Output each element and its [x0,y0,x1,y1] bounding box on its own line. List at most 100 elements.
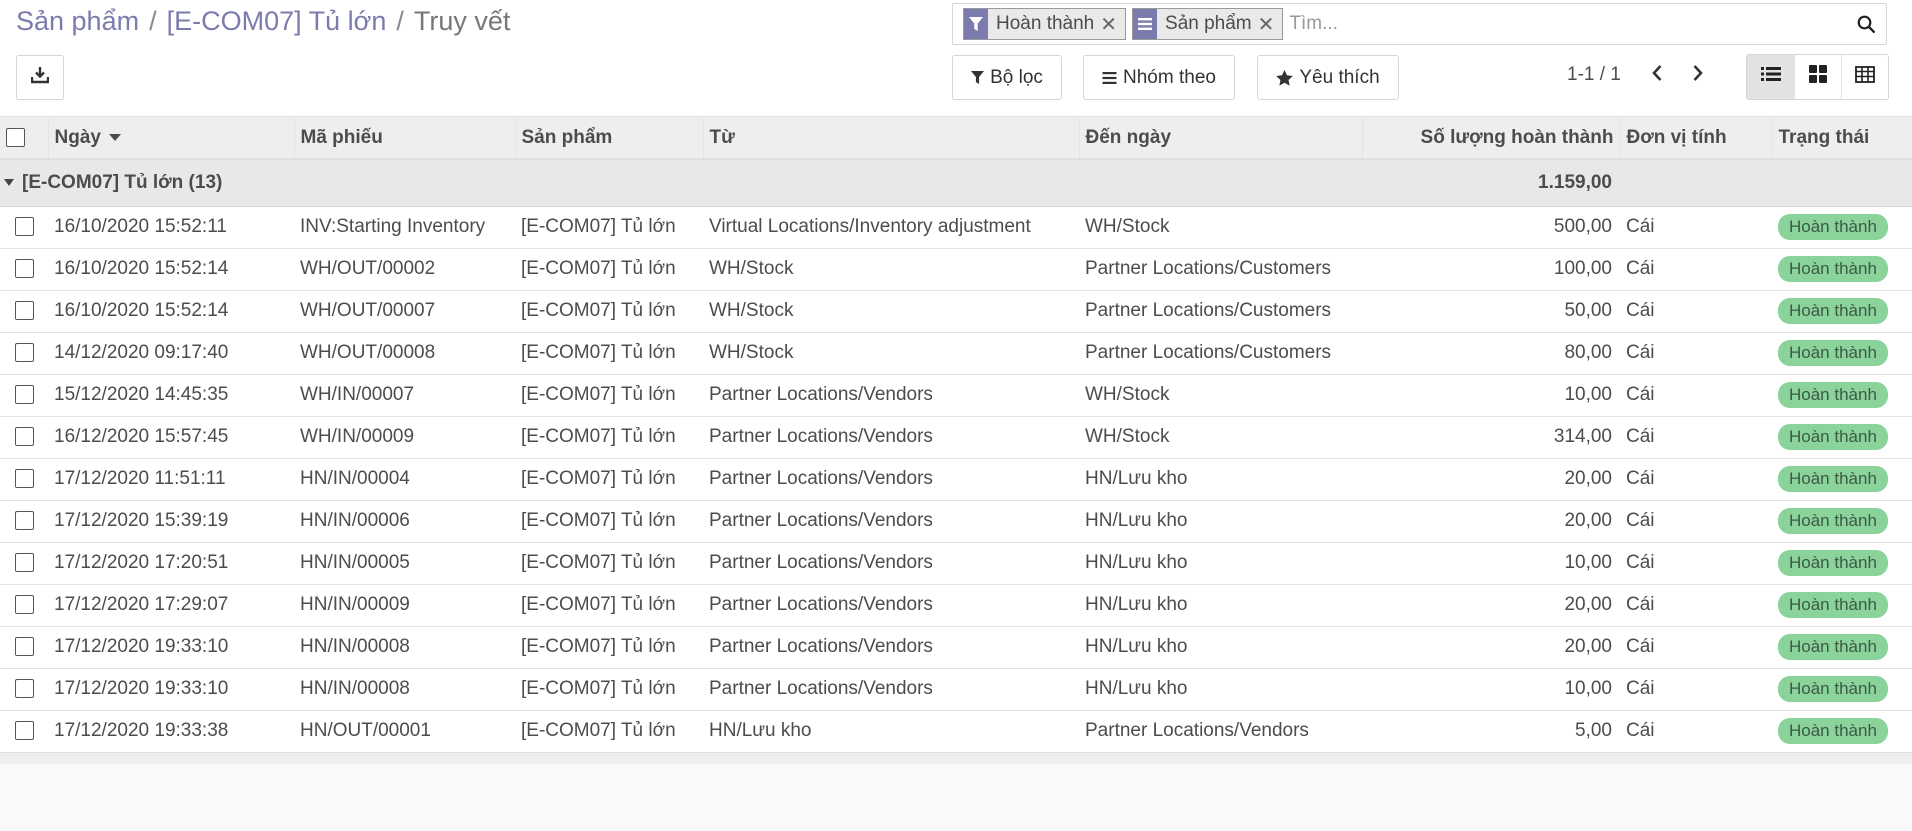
cell-qty: 314,00 [1362,416,1620,459]
breadcrumb: Sản phẩm / [E-COM07] Tủ lớn / Truy vết [16,6,510,37]
filter-button[interactable]: Bộ lọc [952,55,1062,100]
group-label-cell: [E-COM07] Tủ lớn (13) [0,159,1362,207]
kanban-icon [1809,65,1827,89]
table-row[interactable]: 16/12/2020 15:57:45 WH/IN/00009 [E-COM07] … [0,416,1912,459]
table-row[interactable]: 16/10/2020 15:52:14 WH/OUT/00007 [E-COM07]… [0,290,1912,333]
search-facet-value: Sản phẩm [1165,13,1252,34]
column-header-status[interactable]: Trạng thái [1772,117,1912,160]
breadcrumb-item-products[interactable]: Sản phẩm [16,6,139,37]
favorites-button[interactable]: Yêu thích [1257,55,1399,100]
cell-reference: HN/OUT/00001 [294,710,515,753]
row-checkbox[interactable] [14,595,34,615]
caret-down-icon [4,179,14,187]
row-checkbox[interactable] [14,301,34,321]
search-icon[interactable] [1846,4,1886,44]
group-by-button[interactable]: Nhóm theo [1083,55,1235,100]
table-row[interactable]: 16/10/2020 15:52:14 WH/OUT/00002 [E-COM07]… [0,248,1912,291]
cell-from: WH/Stock [703,332,1079,375]
row-select-cell [0,206,48,249]
table-row[interactable]: 17/12/2020 17:20:51 HN/IN/00005 [E-COM07] … [0,542,1912,585]
cell-uom: Cái [1620,248,1772,291]
table-icon [1855,65,1875,89]
cell-date: 17/12/2020 15:39:19 [48,500,294,543]
group-row[interactable]: [E-COM07] Tủ lớn (13) 1.159,00 [0,159,1912,207]
row-select-cell [0,248,48,291]
column-header-from[interactable]: Từ [703,117,1080,160]
table-row[interactable]: 17/12/2020 11:51:11 HN/IN/00004 [E-COM07] … [0,458,1912,501]
row-select-cell [0,626,48,669]
cell-reference: WH/IN/00007 [294,374,515,417]
table-row[interactable]: 17/12/2020 17:29:07 HN/IN/00009 [E-COM07] … [0,584,1912,627]
breadcrumb-item-product[interactable]: [E-COM07] Tủ lớn [167,6,387,37]
pager-value[interactable]: 1-1 / 1 [1567,64,1621,86]
row-checkbox[interactable] [14,343,34,363]
row-checkbox[interactable] [14,679,34,699]
row-checkbox[interactable] [14,511,34,531]
search-facet-value: Hoàn thành [996,13,1095,34]
cell-product: [E-COM07] Tủ lớn [515,332,703,375]
cell-qty: 50,00 [1362,290,1620,333]
status-badge: Hoàn thành [1778,340,1888,366]
page-title: Truy vết [413,6,511,36]
kanban-view-button[interactable] [1794,55,1841,99]
row-checkbox[interactable] [14,469,34,489]
table-row[interactable]: 17/12/2020 15:39:19 HN/IN/00006 [E-COM07] … [0,500,1912,543]
row-checkbox[interactable] [14,259,34,279]
column-header-qty-done[interactable]: Số lượng hoàn thành [1362,117,1621,160]
select-all-checkbox[interactable] [6,127,25,147]
row-checkbox[interactable] [14,553,34,573]
close-icon[interactable]: ✕ [1100,9,1125,39]
list-view-button[interactable] [1747,55,1794,99]
column-header-reference[interactable]: Mã phiếu [294,117,516,160]
cell-status: Hoàn thành [1772,290,1912,333]
row-select-cell [0,458,48,501]
row-checkbox[interactable] [14,427,34,447]
row-select-cell [0,332,48,375]
cell-uom: Cái [1620,290,1772,333]
status-badge: Hoàn thành [1778,550,1888,576]
cell-reference: WH/OUT/00007 [294,290,515,333]
row-select-cell [0,416,48,459]
cell-status: Hoàn thành [1772,374,1912,417]
star-icon [1276,69,1294,86]
pager-previous-button[interactable] [1641,62,1673,90]
table-row[interactable]: 17/12/2020 19:33:38 HN/OUT/00001 [E-COM07]… [0,710,1912,753]
status-badge: Hoàn thành [1778,382,1888,408]
cell-product: [E-COM07] Tủ lớn [515,500,703,543]
row-checkbox[interactable] [14,721,34,741]
cell-to: WH/Stock [1079,374,1362,417]
search-input[interactable] [1289,4,1846,44]
table-row[interactable]: 16/10/2020 15:52:11 INV:Starting Inventor… [0,206,1912,249]
chevron-left-icon [1651,64,1663,88]
row-checkbox[interactable] [14,385,34,405]
row-checkbox[interactable] [14,637,34,657]
close-icon[interactable]: ✕ [1258,9,1283,39]
cell-from: Partner Locations/Vendors [703,416,1079,459]
row-select-cell [0,542,48,585]
cell-to: WH/Stock [1079,416,1362,459]
search-facet-filter[interactable]: Hoàn thành ✕ [963,8,1127,40]
pager-next-button[interactable] [1682,62,1714,90]
pivot-view-button[interactable] [1841,55,1888,99]
row-checkbox[interactable] [14,217,34,237]
cell-reference: WH/IN/00009 [294,416,515,459]
row-select-cell [0,290,48,333]
table-row[interactable]: 14/12/2020 09:17:40 WH/OUT/00008 [E-COM07]… [0,332,1912,375]
column-header-date[interactable]: Ngày [48,117,295,160]
status-badge: Hoàn thành [1778,508,1888,534]
download-button[interactable] [16,55,64,100]
table-row[interactable]: 15/12/2020 14:45:35 WH/IN/00007 [E-COM07] … [0,374,1912,417]
column-header-to[interactable]: Đến ngày [1079,117,1363,160]
column-header-uom[interactable]: Đơn vị tính [1620,117,1773,160]
cell-from: HN/Lưu kho [703,710,1079,753]
cell-uom: Cái [1620,542,1772,585]
column-header-product[interactable]: Sản phẩm [515,117,704,160]
table-row[interactable]: 17/12/2020 19:33:10 HN/IN/00008 [E-COM07] … [0,626,1912,669]
table-row[interactable]: 17/12/2020 19:33:10 HN/IN/00008 [E-COM07] … [0,668,1912,711]
list-icon [1760,66,1781,88]
search-facet-groupby[interactable]: Sản phẩm ✕ [1132,8,1284,40]
download-icon [30,66,50,90]
cell-to: HN/Lưu kho [1079,668,1362,711]
cell-date: 16/10/2020 15:52:11 [48,206,294,249]
cell-reference: HN/IN/00008 [294,668,515,711]
